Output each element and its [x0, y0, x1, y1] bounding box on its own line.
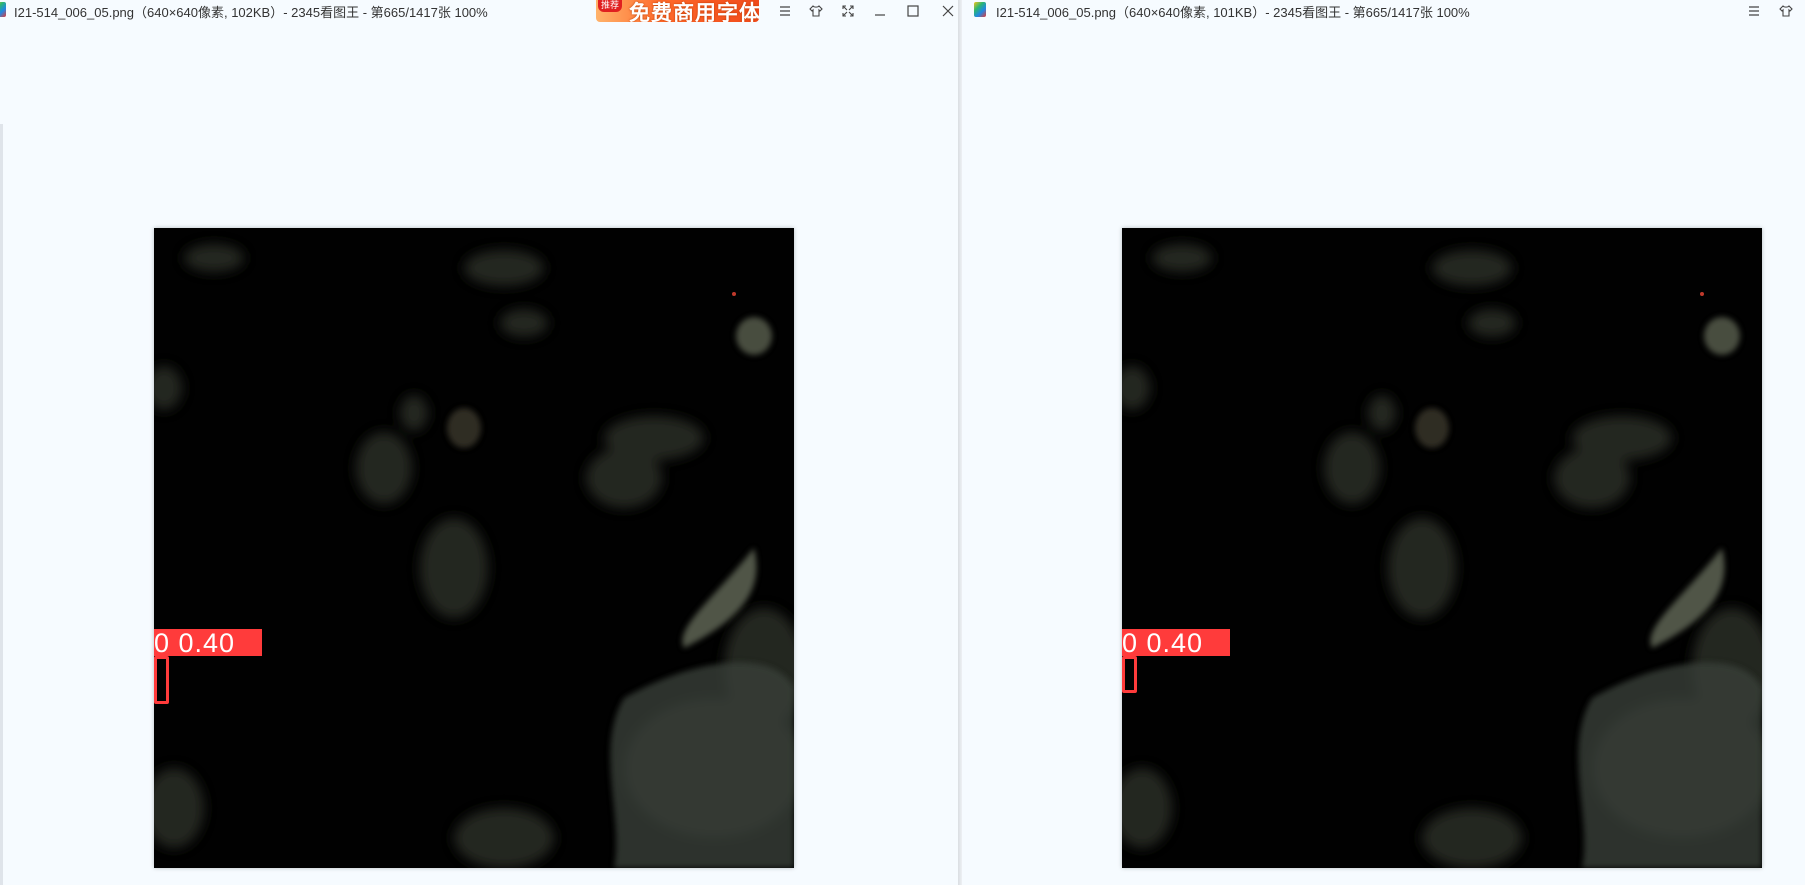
fullscreen-icon[interactable]	[1798, 0, 1805, 22]
title-bar[interactable]: I21-514_006_05.png（640×640像素, 102KB）- 23…	[0, 0, 958, 22]
skin-icon[interactable]	[1772, 0, 1800, 22]
detection-label-text: 0 0.40	[154, 628, 236, 658]
side-panel-edge	[0, 124, 3, 885]
app-icon	[974, 2, 986, 17]
image-viewer-window-left: I21-514_006_05.png（640×640像素, 102KB）- 23…	[0, 0, 958, 885]
minimize-icon[interactable]	[866, 0, 894, 22]
maximize-icon[interactable]	[899, 0, 927, 22]
microscopy-image	[154, 228, 794, 868]
image-viewer-window-right: I21-514_006_05.png（640×640像素, 101KB）- 23…	[962, 0, 1805, 885]
window-title: I21-514_006_05.png（640×640像素, 101KB）- 23…	[996, 5, 1470, 20]
ad-tag: 推荐	[598, 0, 623, 12]
image-canvas[interactable]: 0 0.40	[1122, 228, 1762, 868]
microscopy-image	[1122, 228, 1762, 868]
image-canvas[interactable]: 0 0.40	[154, 228, 794, 868]
window-title: I21-514_006_05.png（640×640像素, 102KB）- 23…	[14, 5, 488, 20]
app-icon	[0, 2, 6, 17]
title-bar[interactable]: I21-514_006_05.png（640×640像素, 101KB）- 23…	[962, 0, 1805, 22]
ad-banner[interactable]: 推荐 免费商用字体	[596, 0, 759, 22]
skin-icon[interactable]	[802, 0, 830, 22]
detection-box	[154, 656, 169, 704]
detection-label-text: 0 0.40	[1122, 628, 1204, 658]
ad-text: 免费商用字体	[629, 2, 759, 22]
detection-label: 0 0.40	[1122, 628, 1230, 658]
fullscreen-icon[interactable]	[834, 0, 862, 22]
menu-icon[interactable]	[771, 0, 799, 22]
menu-icon[interactable]	[1740, 0, 1768, 22]
detection-label: 0 0.40	[154, 628, 262, 658]
detection-box	[1122, 656, 1137, 693]
close-icon[interactable]	[934, 0, 958, 22]
